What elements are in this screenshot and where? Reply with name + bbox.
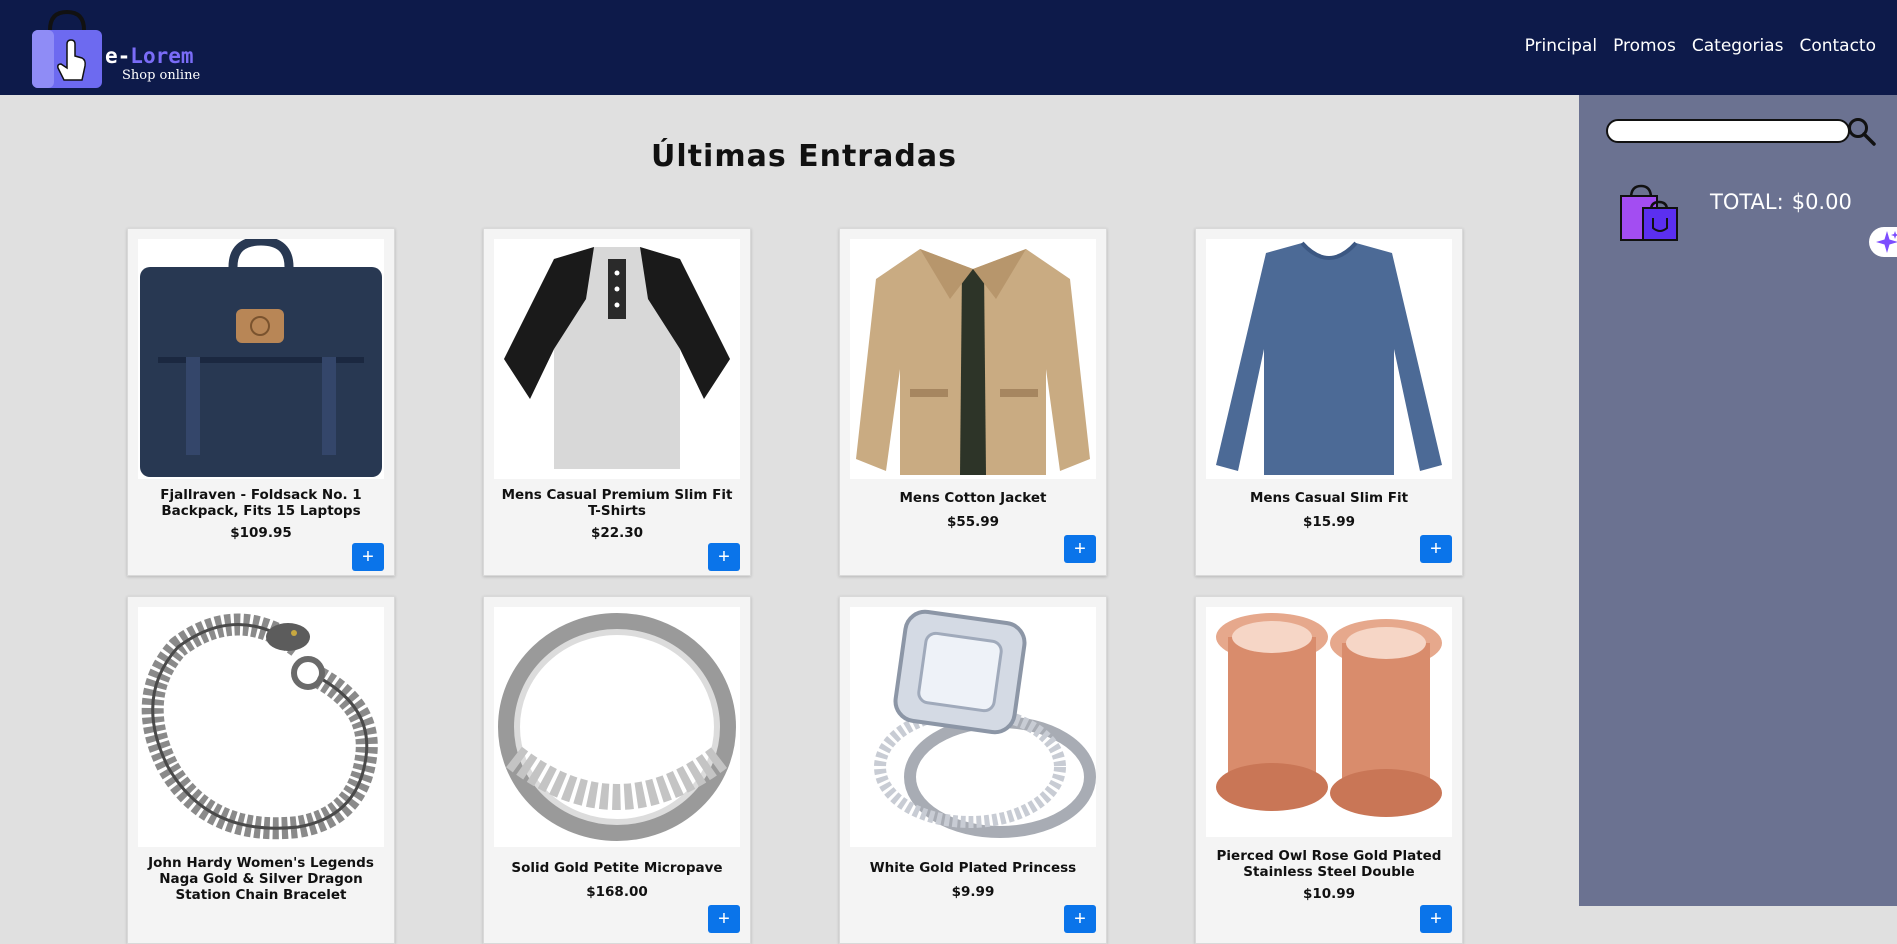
product-name: Solid Gold Petite Micropave — [511, 860, 723, 876]
henley-shirt-image — [504, 247, 730, 469]
logo-tagline: Shop online — [122, 68, 201, 83]
product-card: Mens Cotton Jacket $55.99 + — [839, 228, 1107, 576]
shopping-bag-hand-icon — [32, 10, 102, 88]
product-name: Pierced Owl Rose Gold Plated Stainless S… — [1216, 848, 1442, 880]
product-name: Fjallraven - Foldsack No. 1 Backpack, Fi… — [160, 487, 362, 519]
product-price: $55.99 — [946, 514, 1000, 530]
add-to-cart-button[interactable]: + — [708, 905, 740, 933]
product-image[interactable] — [138, 607, 384, 847]
product-image[interactable] — [1206, 607, 1452, 837]
product-name: John Hardy Women's Legends Naga Gold & S… — [148, 855, 374, 903]
logo-name: Lorem — [130, 44, 194, 68]
plugs-image — [1216, 613, 1442, 817]
cart-sidebar: TOTAL: $0.00 — [1579, 95, 1897, 906]
product-name: Mens Cotton Jacket — [899, 490, 1047, 506]
product-card: Pierced Owl Rose Gold Plated Stainless S… — [1195, 596, 1463, 944]
product-card: White Gold Plated Princess $9.99 + — [839, 596, 1107, 944]
product-area: Últimas Entradas Fjallraven - Foldsack N… — [0, 95, 1579, 944]
product-card: Fjallraven - Foldsack No. 1 Backpack, Fi… — [127, 228, 395, 576]
product-card: Mens Casual Slim Fit $15.99 + — [1195, 228, 1463, 576]
long-sleeve-shirt-image — [1216, 241, 1442, 475]
total-label: TOTAL: — [1710, 190, 1784, 214]
product-card: Solid Gold Petite Micropave $168.00 + — [483, 596, 751, 944]
product-image[interactable] — [1206, 239, 1452, 479]
product-name: Mens Casual Premium Slim Fit T-Shirts — [501, 487, 733, 519]
backpack-image — [140, 239, 382, 477]
product-price: $22.30 — [590, 525, 644, 541]
page-title: Últimas Entradas — [651, 139, 957, 174]
cart-total: TOTAL: $0.00 — [1710, 190, 1852, 214]
total-value: $0.00 — [1791, 190, 1852, 214]
add-to-cart-button[interactable]: + — [708, 543, 740, 571]
add-to-cart-button[interactable]: + — [1064, 535, 1096, 563]
add-to-cart-button[interactable]: + — [352, 543, 384, 571]
cart-button[interactable] — [1617, 180, 1681, 244]
nav-contacto[interactable]: Contacto — [1799, 36, 1876, 56]
product-card: Mens Casual Premium Slim Fit T-Shirts $2… — [483, 228, 751, 576]
jacket-image — [856, 249, 1090, 475]
product-image[interactable] — [494, 607, 740, 847]
product-image[interactable] — [494, 239, 740, 479]
logo[interactable]: e-Lorem Shop online — [30, 10, 220, 90]
nav-categorias[interactable]: Categorias — [1692, 36, 1784, 56]
add-to-cart-button[interactable]: + — [1420, 905, 1452, 933]
product-name: Mens Casual Slim Fit — [1249, 490, 1409, 506]
bracelet-image — [141, 613, 378, 840]
product-image[interactable] — [138, 239, 384, 479]
diamond-ring-image — [874, 609, 1096, 838]
add-to-cart-button[interactable]: + — [1064, 905, 1096, 933]
product-price: $109.95 — [230, 525, 292, 541]
product-image[interactable] — [850, 239, 1096, 479]
search-button[interactable] — [1846, 116, 1876, 146]
product-price: $168.00 — [586, 884, 648, 900]
add-to-cart-button[interactable]: + — [1420, 535, 1452, 563]
cart-bags-icon — [1620, 184, 1678, 241]
product-price: $9.99 — [951, 884, 995, 900]
product-price: $10.99 — [1302, 886, 1356, 902]
logo-prefix: e- — [105, 44, 131, 68]
search-icon — [1848, 118, 1876, 146]
nav-promos[interactable]: Promos — [1613, 36, 1676, 56]
search-input[interactable] — [1606, 119, 1850, 143]
main-nav: Principal Promos Categorias Contacto — [1525, 36, 1876, 56]
product-name: White Gold Plated Princess — [869, 860, 1077, 876]
nav-principal[interactable]: Principal — [1525, 36, 1597, 56]
assistant-button[interactable] — [1869, 227, 1897, 257]
sparkle-icon — [1876, 231, 1897, 253]
ring-image — [498, 613, 736, 841]
product-card: John Hardy Women's Legends Naga Gold & S… — [127, 596, 395, 944]
product-image[interactable] — [850, 607, 1096, 847]
top-header: e-Lorem Shop online Principal Promos Cat… — [0, 0, 1897, 95]
product-price: $15.99 — [1302, 514, 1356, 530]
